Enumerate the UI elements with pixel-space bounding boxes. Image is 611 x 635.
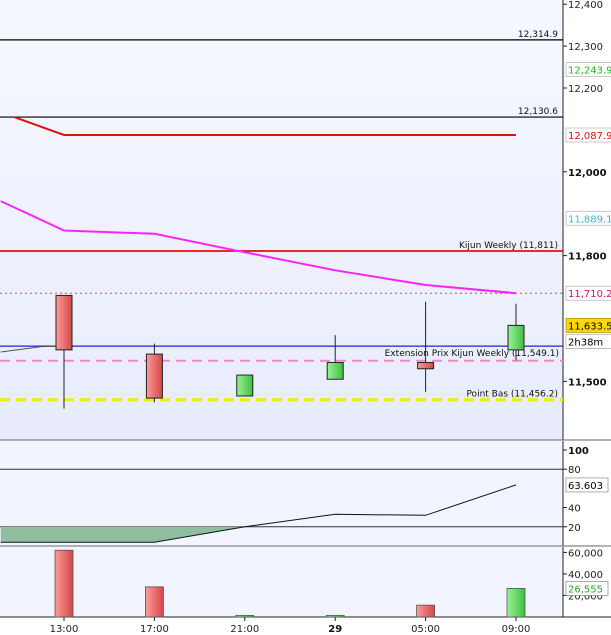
volume-bar-3 bbox=[325, 614, 345, 618]
osc-tick-label-3: 20 bbox=[568, 523, 581, 534]
vol-tick-label-0: 60,000 bbox=[568, 548, 603, 559]
candle-body-2 bbox=[236, 374, 254, 397]
y-tick-label-2: 12,200 bbox=[568, 84, 603, 95]
osc-tick-label-1: 80 bbox=[568, 465, 581, 476]
x-axis: 13:00 17:00 21:00 29 05:00 09:00 bbox=[50, 617, 531, 635]
level-label-6: Point Bas (11,456.2) bbox=[466, 390, 558, 400]
y-tick-label-0: 12,400 bbox=[568, 0, 603, 11]
y-tick-label-3: 12,000 bbox=[568, 168, 607, 179]
x-tick-label-4: 05:00 bbox=[411, 624, 440, 635]
volume-bar-0 bbox=[54, 549, 74, 618]
vol-tick-label-1: 40,000 bbox=[568, 570, 603, 581]
chart: 12,400 12,300 12,200 12,000 11,800 11,500 12,3… bbox=[0, 0, 611, 635]
candle-body-5 bbox=[507, 324, 525, 351]
price-tag-0: 12,243.9 bbox=[568, 66, 611, 77]
osc-tick-label-0: 100 bbox=[568, 446, 589, 457]
main-pane: 12,400 12,300 12,200 12,000 11,800 11,500 12,3… bbox=[0, 0, 611, 441]
countdown-label: 2h38m bbox=[568, 337, 603, 348]
level-label-2: Kijun Weekly (11,811) bbox=[459, 241, 558, 251]
price-tag-1: 12,087.9 bbox=[568, 131, 611, 142]
volume-bar-2 bbox=[235, 614, 255, 618]
level-label-1: 12,130.6 bbox=[518, 107, 558, 117]
vol-current-label: 26,555 bbox=[568, 584, 603, 595]
x-tick-label-1: 17:00 bbox=[140, 624, 169, 635]
volume-bar-1 bbox=[144, 586, 164, 618]
volume-bar-5 bbox=[506, 588, 526, 618]
price-tag-2: 11,889.1 bbox=[568, 214, 611, 225]
y-tick-label-4: 11,800 bbox=[568, 252, 607, 263]
price-tag-3: 11,710.2 bbox=[568, 289, 611, 300]
x-tick-label-5: 09:00 bbox=[502, 624, 531, 635]
candle-body-1 bbox=[145, 353, 163, 399]
volume-pane: 60,00040,00020,00026,555 bbox=[0, 547, 611, 618]
level-label-5: Extension Prix Kijun Weekly (11,549.1) bbox=[385, 349, 559, 359]
candle-body-3 bbox=[326, 361, 344, 380]
x-tick-label-2: 21:00 bbox=[230, 624, 259, 635]
price-tag-4: 11,633.5 bbox=[568, 321, 611, 332]
y-tick-label-1: 12,300 bbox=[568, 42, 603, 53]
oscillator-pane: 100 80 40 20 63.603 bbox=[0, 441, 611, 547]
y-tick-label-5: 11,500 bbox=[568, 377, 607, 388]
volume-background bbox=[0, 547, 563, 617]
main-pane-background bbox=[0, 0, 563, 440]
level-label-0: 12,314.9 bbox=[518, 30, 558, 40]
x-tick-label-3: 29 bbox=[328, 624, 342, 635]
candle-body-0 bbox=[55, 294, 73, 351]
candle-body-4 bbox=[417, 361, 435, 370]
x-tick-label-0: 13:00 bbox=[50, 624, 79, 635]
volume-bar-4 bbox=[416, 604, 436, 618]
osc-tick-label-2: 40 bbox=[568, 504, 581, 515]
osc-current-label: 63.603 bbox=[568, 481, 603, 492]
